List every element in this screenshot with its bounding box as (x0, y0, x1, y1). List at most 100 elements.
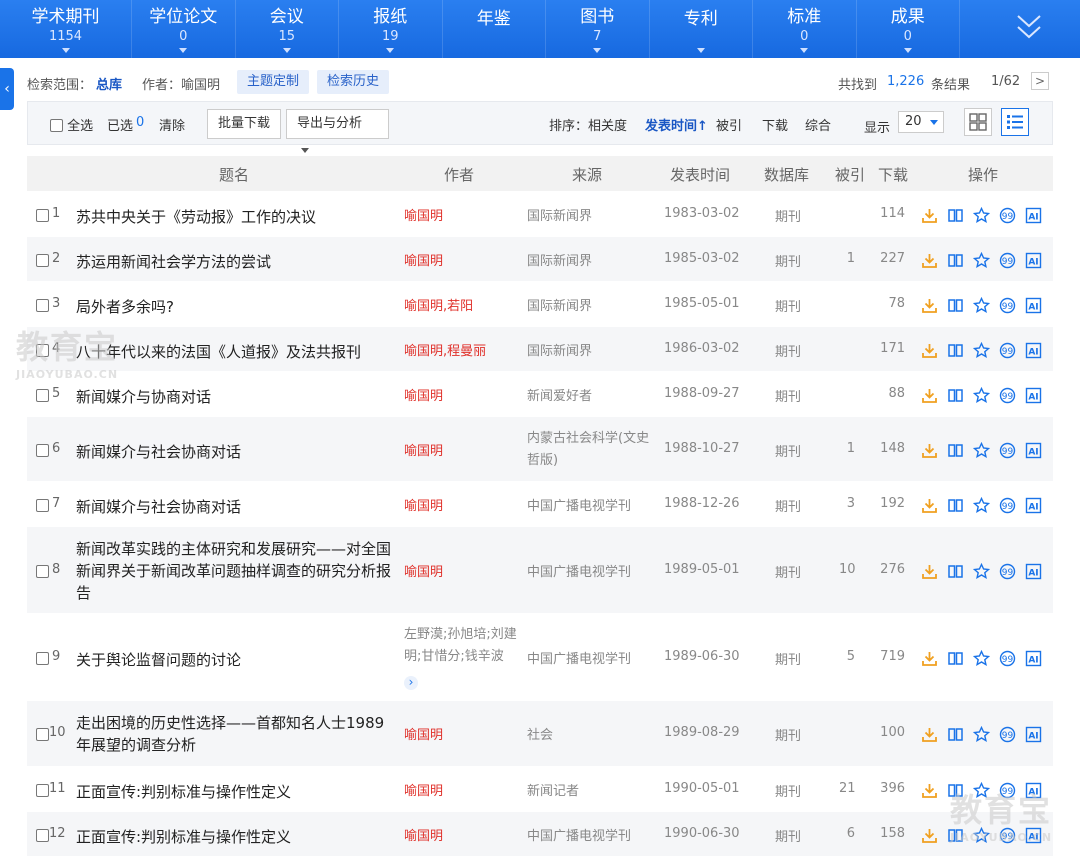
category-tab[interactable]: 专利 (650, 0, 753, 58)
cite-icon[interactable]: 99 (999, 497, 1016, 514)
favorite-icon[interactable] (972, 441, 991, 459)
batch-download-button[interactable]: 批量下载 (207, 109, 282, 139)
cite-icon[interactable]: 99 (999, 252, 1016, 269)
read-icon[interactable] (947, 726, 964, 743)
row-checkbox[interactable] (36, 498, 49, 512)
favorite-icon[interactable] (972, 296, 991, 314)
download-icon[interactable] (921, 252, 938, 269)
row-checkbox[interactable] (36, 298, 49, 312)
row-checkbox[interactable] (36, 728, 49, 741)
row-checkbox[interactable] (36, 564, 49, 578)
collapse-sidebar-button[interactable]: ‹ (0, 68, 14, 110)
scope-value[interactable]: 总库 (96, 74, 122, 93)
author-link[interactable]: 喻国明 (404, 562, 522, 584)
cited-count[interactable]: 21 (839, 781, 856, 796)
expand-chevron-icon[interactable] (1014, 10, 1044, 44)
table-row[interactable]: 3 局外者多余吗? 喻国明,若阳 国际新闻界 1985-05-01 期刊 78 99 AI (27, 282, 1053, 327)
page-size-select[interactable]: 20 (898, 111, 944, 133)
source-link[interactable]: 中国广播电视学刊 (527, 562, 653, 584)
read-icon[interactable] (947, 387, 964, 404)
sort-composite[interactable]: 综合 (805, 115, 831, 134)
checkbox-icon[interactable] (50, 119, 63, 132)
row-checkbox[interactable] (36, 208, 49, 222)
source-link[interactable]: 国际新闻界 (527, 341, 653, 363)
download-icon[interactable] (921, 342, 938, 359)
category-tab[interactable]: 年鉴 (443, 0, 546, 58)
source-link[interactable]: 中国广播电视学刊 (527, 649, 653, 671)
result-title-link[interactable]: 新闻媒介与社会协商对话 (76, 496, 394, 518)
table-row[interactable]: 5 新闻媒介与协商对话 喻国明 新闻爱好者 1988-09-27 期刊 88 99 AI (27, 372, 1053, 417)
author-link[interactable]: 左野漠;孙旭培;刘建明;甘惜分;钱辛波 (404, 624, 522, 668)
result-title-link[interactable]: 局外者多余吗? (76, 296, 394, 318)
cited-count[interactable]: 10 (839, 562, 856, 577)
source-link[interactable]: 新闻记者 (527, 781, 653, 803)
ai-icon[interactable]: AI (1025, 387, 1042, 404)
search-history-button[interactable]: 检索历史 (317, 70, 390, 94)
table-row[interactable]: 4 八十年代以来的法国《人道报》及法共报刊 喻国明,程曼丽 国际新闻界 1986-03-… (27, 327, 1053, 372)
result-title-link[interactable]: 八十年代以来的法国《人道报》及法共报刊 (76, 341, 394, 363)
cited-count[interactable]: 6 (839, 826, 855, 841)
download-icon[interactable] (921, 497, 938, 514)
read-icon[interactable] (947, 252, 964, 269)
favorite-icon[interactable] (972, 649, 991, 667)
category-tab[interactable]: 报纸 19 (339, 0, 443, 58)
table-row[interactable]: 7 新闻媒介与社会协商对话 喻国明 中国广播电视学刊 1988-12-26 期刊 3 192 9… (27, 482, 1053, 527)
ai-icon[interactable]: AI (1025, 563, 1042, 580)
row-checkbox[interactable] (36, 253, 49, 267)
favorite-icon[interactable] (972, 496, 991, 514)
theme-custom-button[interactable]: 主题定制 (237, 70, 310, 94)
read-icon[interactable] (947, 563, 964, 580)
download-icon[interactable] (921, 297, 938, 314)
cited-count[interactable]: 5 (839, 649, 855, 664)
author-link[interactable]: 喻国明 (404, 206, 522, 228)
export-analysis-button[interactable]: 导出与分析 (286, 109, 389, 153)
row-checkbox[interactable] (36, 443, 49, 457)
result-title-link[interactable]: 关于舆论监督问题的讨论 (76, 649, 394, 671)
cite-icon[interactable]: 99 (999, 387, 1016, 404)
select-all-checkbox[interactable]: 全选 (50, 115, 93, 134)
author-link[interactable]: 喻国明 (404, 725, 522, 747)
author-link[interactable]: 喻国明 (404, 251, 522, 273)
category-tab[interactable]: 成果 0 (857, 0, 960, 58)
download-icon[interactable] (921, 563, 938, 580)
result-title-link[interactable]: 正面宣传:判别标准与操作性定义 (76, 826, 394, 848)
next-page-button[interactable]: > (1031, 72, 1049, 90)
cite-icon[interactable]: 99 (999, 297, 1016, 314)
row-checkbox[interactable] (36, 388, 49, 402)
favorite-icon[interactable] (972, 386, 991, 404)
download-icon[interactable] (921, 726, 938, 743)
download-icon[interactable] (921, 207, 938, 224)
download-icon[interactable] (921, 650, 938, 667)
result-title-link[interactable]: 苏共中央关于《劳动报》工作的决议 (76, 206, 394, 228)
source-link[interactable]: 内蒙古社会科学(文史哲版) (527, 428, 653, 472)
category-tab[interactable]: 学位论文 0 (132, 0, 236, 58)
ai-icon[interactable]: AI (1025, 497, 1042, 514)
read-icon[interactable] (947, 207, 964, 224)
download-icon[interactable] (921, 782, 938, 799)
table-row[interactable]: 2 苏运用新闻社会学方法的尝试 喻国明 国际新闻界 1985-03-02 期刊 1 227 99… (27, 237, 1053, 282)
result-title-link[interactable]: 苏运用新闻社会学方法的尝试 (76, 251, 394, 273)
category-tab[interactable]: 标准 0 (753, 0, 857, 58)
expand-authors-icon[interactable]: › (404, 675, 418, 690)
list-view-button[interactable] (1001, 108, 1029, 136)
category-tab[interactable]: 会议 15 (236, 0, 339, 58)
cite-icon[interactable]: 99 (999, 563, 1016, 580)
cited-count[interactable]: 1 (839, 251, 855, 266)
cite-icon[interactable]: 99 (999, 726, 1016, 743)
result-title-link[interactable]: 新闻媒介与社会协商对话 (76, 441, 394, 463)
ai-icon[interactable]: AI (1025, 442, 1042, 459)
favorite-icon[interactable] (972, 725, 991, 743)
source-link[interactable]: 国际新闻界 (527, 206, 653, 228)
row-checkbox[interactable] (36, 783, 49, 797)
source-link[interactable]: 中国广播电视学刊 (527, 496, 653, 518)
ai-icon[interactable]: AI (1025, 650, 1042, 667)
author-link[interactable]: 喻国明 (404, 386, 522, 408)
favorite-icon[interactable] (972, 206, 991, 224)
row-checkbox[interactable] (36, 651, 49, 665)
source-link[interactable]: 国际新闻界 (527, 251, 653, 273)
cited-count[interactable]: 1 (839, 441, 855, 456)
grid-view-button[interactable] (964, 108, 992, 136)
source-link[interactable]: 中国广播电视学刊 (527, 826, 653, 848)
read-icon[interactable] (947, 442, 964, 459)
cite-icon[interactable]: 99 (999, 207, 1016, 224)
